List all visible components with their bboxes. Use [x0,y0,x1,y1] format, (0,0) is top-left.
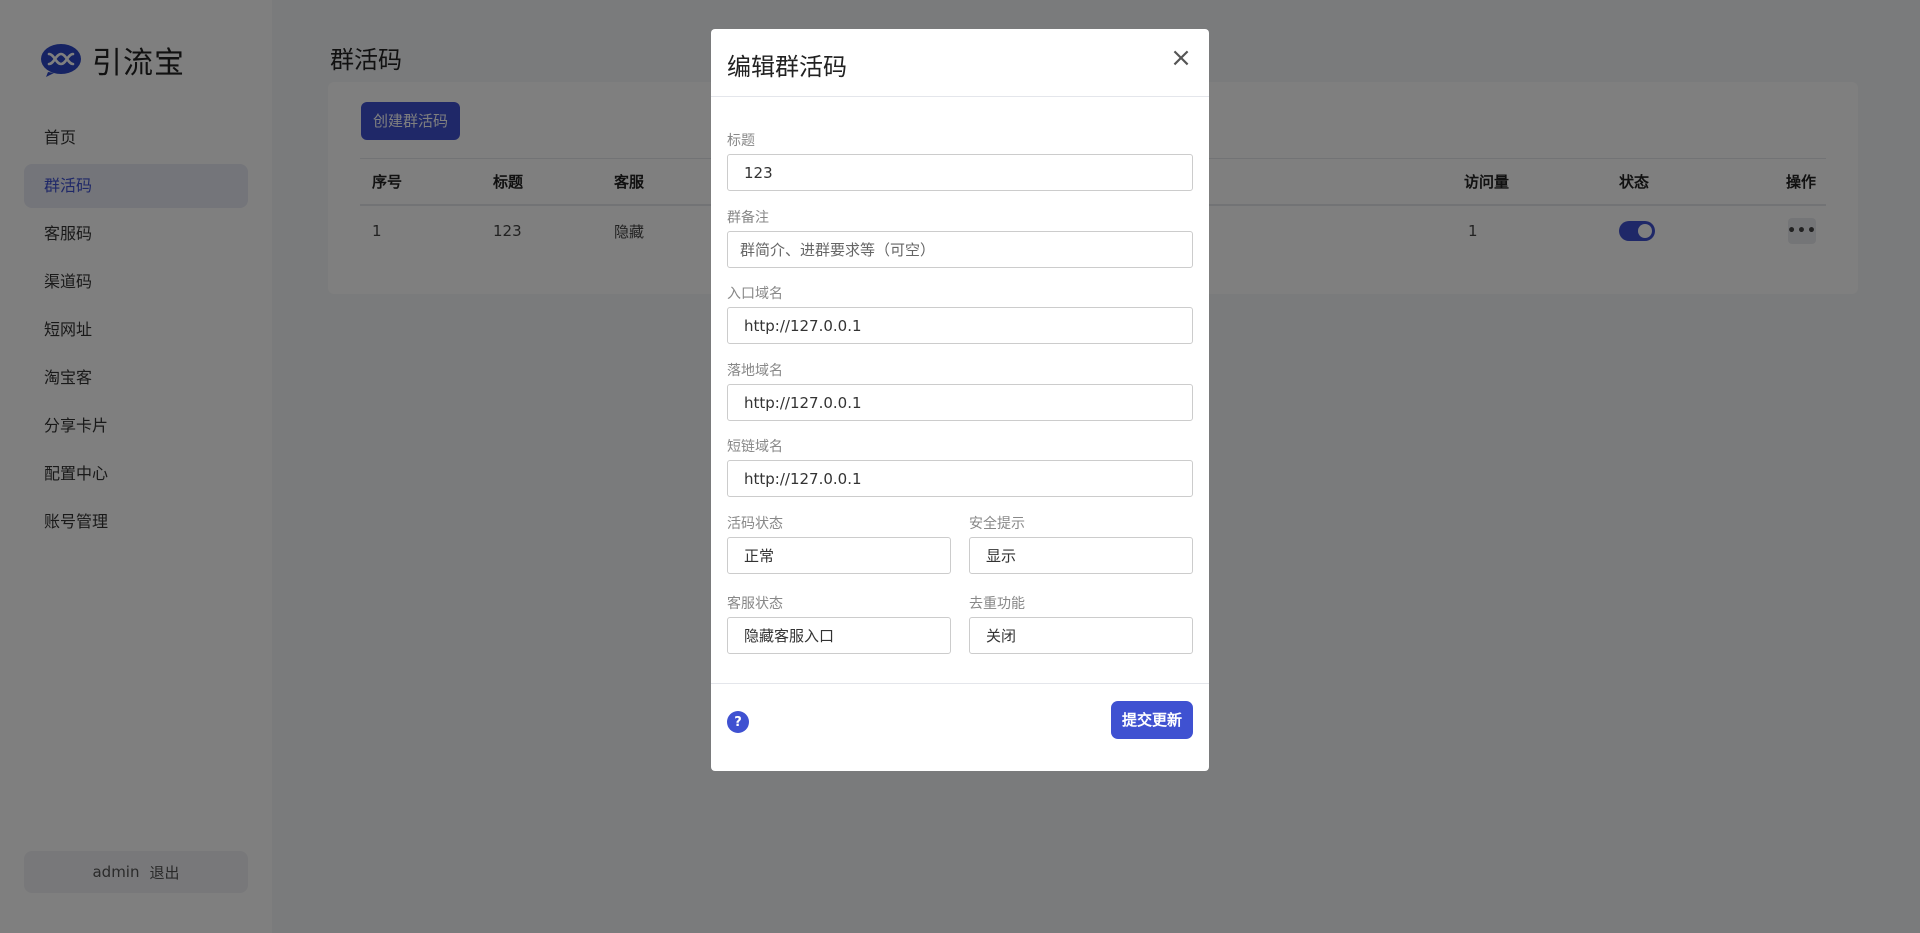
submit-update-button[interactable]: 提交更新 [1110,701,1193,739]
close-icon[interactable]: × [1169,43,1193,73]
qr-status-label: 活码状态 [727,516,783,532]
short-domain-select[interactable]: http://127.0.0.1 [727,460,1193,497]
help-icon[interactable]: ? [727,711,749,733]
dedup-label: 去重功能 [969,596,1025,612]
title-label: 标题 [727,133,755,149]
modal-title: 编辑群活码 [727,53,847,81]
note-label: 群备注 [727,210,769,226]
service-status-select[interactable]: 隐藏客服入口 [727,617,951,654]
entry-domain-select[interactable]: http://127.0.0.1 [727,307,1193,344]
dedup-select[interactable]: 关闭 [969,617,1193,654]
service-status-label: 客服状态 [727,596,783,612]
title-input[interactable]: 123 [727,154,1193,191]
landing-domain-select[interactable]: http://127.0.0.1 [727,384,1193,421]
edit-group-qr-modal: 编辑群活码 × 标题 123 群备注 群简介、进群要求等（可空） 入口域名 ht… [711,29,1209,771]
modal-footer: ? 提交更新 [711,683,1209,771]
security-tip-select[interactable]: 显示 [969,537,1193,574]
security-tip-label: 安全提示 [969,516,1025,532]
note-input[interactable]: 群简介、进群要求等（可空） [727,231,1193,268]
entry-domain-label: 入口域名 [727,286,783,302]
short-domain-label: 短链域名 [727,439,783,455]
landing-domain-label: 落地域名 [727,363,783,379]
qr-status-select[interactable]: 正常 [727,537,951,574]
modal-header: 编辑群活码 × [711,29,1209,97]
